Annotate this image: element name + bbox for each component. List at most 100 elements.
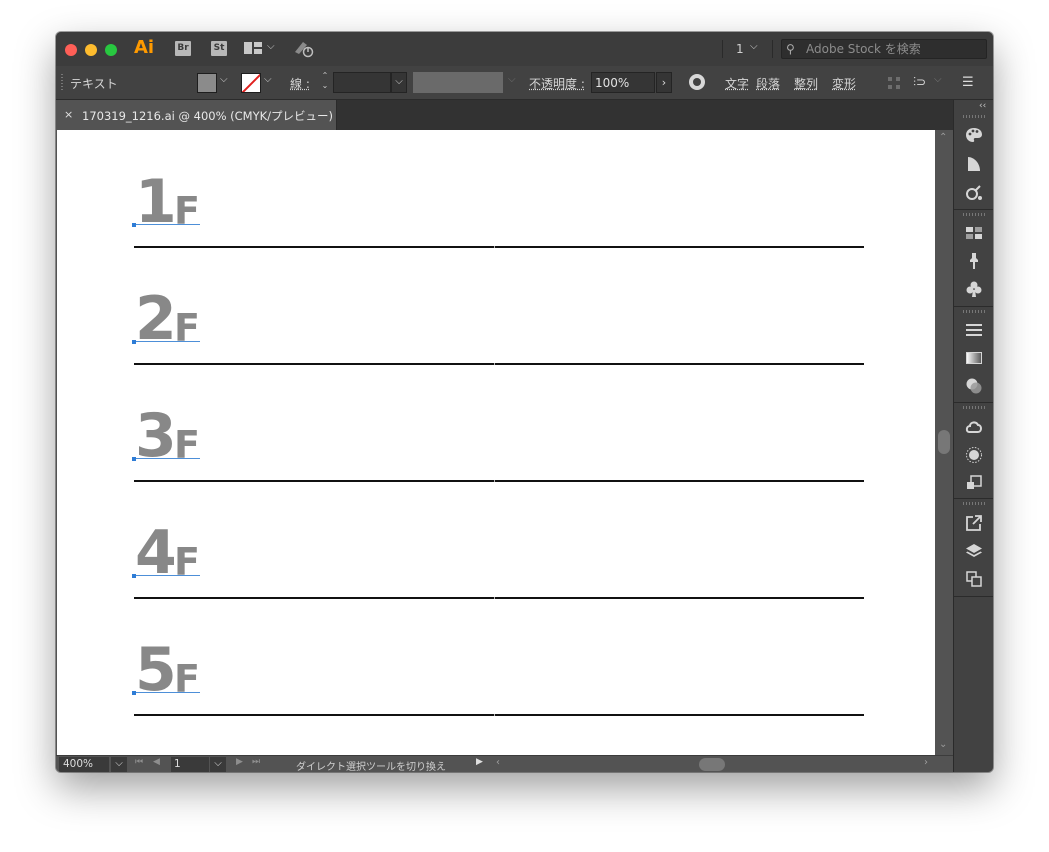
zoom-window-button[interactable] xyxy=(105,44,117,56)
text-baseline xyxy=(134,224,200,225)
gradient-icon[interactable] xyxy=(965,349,983,367)
stroke-weight-input[interactable] xyxy=(333,72,391,93)
floor-number[interactable]: 2 xyxy=(135,289,177,349)
swatches-icon[interactable] xyxy=(965,224,983,242)
floor-number[interactable]: 3 xyxy=(135,406,177,466)
segment-mark xyxy=(494,714,495,716)
panel-divider xyxy=(954,402,993,403)
chevron-down-icon[interactable]: ⌵ xyxy=(220,74,228,85)
zoom-level-field[interactable]: 400% xyxy=(59,757,109,772)
align-to-icon[interactable] xyxy=(888,77,900,89)
panel-menu-icon[interactable]: ☰ xyxy=(962,75,974,90)
paragraph-link[interactable]: 段落 xyxy=(756,75,780,92)
stroke-color-swatch[interactable] xyxy=(241,73,261,93)
last-artboard-icon[interactable]: ⏭ xyxy=(252,757,260,767)
chevron-down-icon[interactable]: ⌵ xyxy=(267,41,275,52)
brushes-icon[interactable] xyxy=(965,252,983,270)
text-baseline xyxy=(134,458,200,459)
panel-grip[interactable] xyxy=(61,74,63,92)
panel-group-grip[interactable] xyxy=(963,115,985,118)
selection-type-label: テキスト xyxy=(70,77,118,91)
fill-color-swatch[interactable] xyxy=(197,73,217,93)
chevron-down-icon[interactable]: ⌵ xyxy=(750,41,758,52)
gpu-performance-icon[interactable] xyxy=(293,40,315,58)
collapse-panels-icon[interactable]: ‹‹ xyxy=(979,101,986,111)
chevron-right-icon[interactable]: › xyxy=(656,72,672,93)
chevron-down-icon[interactable]: ⌵ xyxy=(210,757,226,772)
floor-number[interactable]: 4 xyxy=(135,523,177,583)
chevron-down-icon[interactable]: ⌵ xyxy=(264,74,272,85)
scroll-right-icon[interactable]: › xyxy=(924,757,928,768)
stock-search-input[interactable] xyxy=(806,40,981,58)
text-anchor-point[interactable] xyxy=(132,457,136,461)
close-tab-icon[interactable]: × xyxy=(64,108,73,121)
illustrator-window: Ai Br St ⌵ 1 ⌵ ⚲ テキスト ⌵ ⌵ 線 : ⌃⌄ xyxy=(56,32,993,772)
transform-link[interactable]: 変形 xyxy=(832,75,856,92)
document-tab-label: 170319_1216.ai @ 400% (CMYK/プレビュー) xyxy=(82,109,334,123)
chevron-down-icon: ⌵ xyxy=(934,74,942,85)
panel-dock: ‹‹ xyxy=(953,100,993,772)
floor-row: 5 F xyxy=(57,598,935,716)
panel-group-grip[interactable] xyxy=(963,310,985,313)
close-window-button[interactable] xyxy=(65,44,77,56)
transparency-icon[interactable] xyxy=(965,377,983,395)
minimize-window-button[interactable] xyxy=(85,44,97,56)
next-artboard-icon[interactable]: ▶ xyxy=(236,757,243,767)
arrange-documents-icon[interactable] xyxy=(244,42,262,54)
opacity-input[interactable] xyxy=(591,72,655,93)
search-icon: ⚲ xyxy=(786,42,795,56)
isolate-object-icon[interactable]: ⫶⊃ xyxy=(913,75,926,90)
variable-width-profile[interactable] xyxy=(413,72,503,93)
previous-artboard-icon[interactable]: ◀ xyxy=(153,757,160,767)
panel-group-grip[interactable] xyxy=(963,406,985,409)
text-anchor-point[interactable] xyxy=(132,223,136,227)
creative-cloud-libraries-icon[interactable] xyxy=(965,418,983,436)
text-anchor-point[interactable] xyxy=(132,574,136,578)
separator xyxy=(772,40,773,58)
horizontal-scroll-thumb[interactable] xyxy=(699,758,725,771)
opacity-label[interactable]: 不透明度 : xyxy=(529,75,585,92)
divider-line[interactable] xyxy=(134,714,864,716)
stroke-weight-stepper[interactable]: ⌃ ⌄ xyxy=(318,71,332,93)
asset-export-icon[interactable] xyxy=(965,474,983,492)
panel-group-grip[interactable] xyxy=(963,213,985,216)
chevron-down-icon: ⌵ xyxy=(508,74,516,85)
color-guide-icon[interactable] xyxy=(965,155,983,173)
stroke-label[interactable]: 線 : xyxy=(290,75,310,92)
scroll-up-icon[interactable]: ⌃ xyxy=(939,132,947,143)
stock-button[interactable]: St xyxy=(211,41,227,56)
color-palette-icon[interactable] xyxy=(965,126,983,144)
status-text[interactable]: ダイレクト選択ツールを切り換え xyxy=(296,758,446,772)
character-link[interactable]: 文字 xyxy=(725,75,749,92)
artboards-icon[interactable] xyxy=(965,570,983,588)
artboard-canvas[interactable]: 1 F 2 F 3 F 4 F 5 F xyxy=(57,130,935,755)
cc-libraries-connect-icon[interactable] xyxy=(965,184,983,202)
stock-search-box[interactable]: ⚲ xyxy=(781,39,987,59)
text-anchor-point[interactable] xyxy=(132,340,136,344)
first-artboard-icon[interactable]: ⏮ xyxy=(135,757,143,767)
recolor-artwork-icon[interactable] xyxy=(689,74,705,90)
document-tab[interactable]: × 170319_1216.ai @ 400% (CMYK/プレビュー) xyxy=(56,100,337,130)
chevron-down-icon[interactable]: ⌵ xyxy=(111,757,127,772)
stroke-panel-icon[interactable] xyxy=(965,321,983,339)
panel-divider xyxy=(954,596,993,597)
panel-divider xyxy=(954,306,993,307)
align-link[interactable]: 整列 xyxy=(794,75,818,92)
symbols-club-icon[interactable] xyxy=(965,280,983,298)
scroll-down-icon[interactable]: ⌄ xyxy=(939,739,947,750)
floor-number[interactable]: 1 xyxy=(135,172,177,232)
text-anchor-point[interactable] xyxy=(132,691,136,695)
scroll-left-icon[interactable]: ‹ xyxy=(496,757,500,768)
vertical-scroll-thumb[interactable] xyxy=(938,430,950,454)
artboard-number-field[interactable]: 1 xyxy=(171,757,209,772)
layers-icon[interactable] xyxy=(965,542,983,560)
chevron-down-icon[interactable]: ⌵ xyxy=(391,72,407,93)
floor-number[interactable]: 5 xyxy=(135,640,177,700)
bridge-button[interactable]: Br xyxy=(175,41,191,56)
vertical-scrollbar[interactable]: ⌃ ⌄ xyxy=(935,130,953,755)
panel-group-grip[interactable] xyxy=(963,502,985,505)
appearance-sun-icon[interactable] xyxy=(965,446,983,464)
status-menu-arrow-icon[interactable]: ▶ xyxy=(476,757,483,767)
document-count[interactable]: 1 xyxy=(736,42,744,56)
export-link-icon[interactable] xyxy=(965,514,983,532)
